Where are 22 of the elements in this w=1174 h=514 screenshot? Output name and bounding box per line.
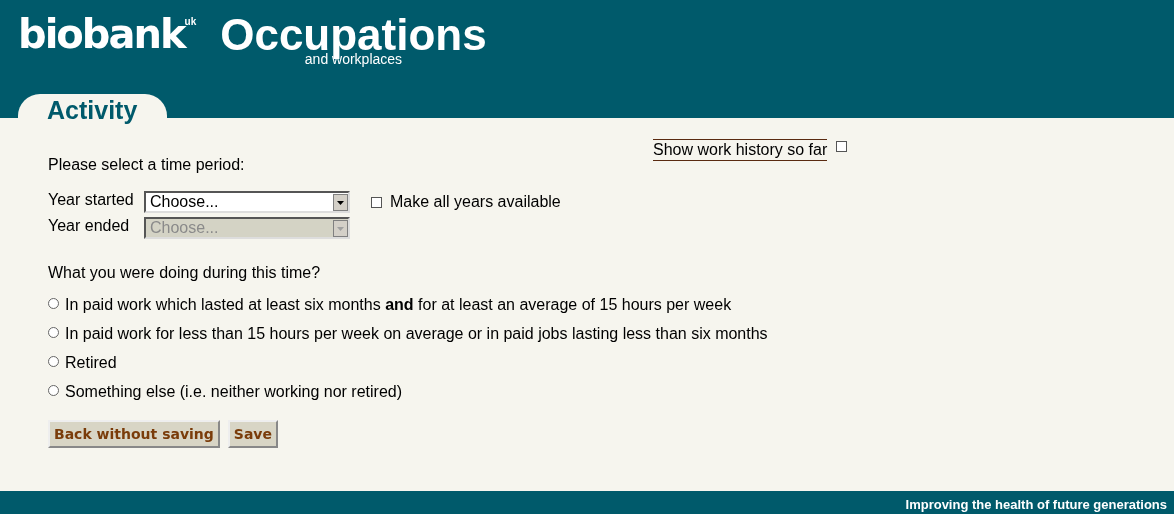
prompt-text: Please select a time period: [48, 156, 246, 174]
checkbox-label: Make all years available [390, 193, 561, 211]
field-label: Year ended [48, 216, 131, 235]
save-button[interactable]: Save [227, 420, 278, 448]
radio-button[interactable] [48, 355, 59, 367]
back-button[interactable]: Back without saving [48, 420, 220, 448]
option-label: Retired [65, 354, 117, 372]
footer-tagline: Improving the health of future generations [905, 496, 1167, 514]
option-label: Something else (i.e. neither working nor retired) [65, 383, 403, 401]
all-years-checkbox[interactable] [371, 196, 382, 208]
question-text: What you were doing during this time? [48, 264, 322, 282]
year-select[interactable]: Choose... [144, 191, 350, 213]
logo-suffix: uk [184, 16, 197, 27]
history-checkbox[interactable] [836, 141, 848, 152]
option-label: In paid work which lasted at least six months and for at least an average of 15 hours per week [65, 296, 732, 314]
radio-button[interactable] [48, 326, 59, 338]
logo: biobank [18, 12, 185, 56]
option-label: In paid work for less than 15 hours per week on average or in paid jobs lasting less than six months [65, 325, 768, 343]
radio-button[interactable] [48, 297, 59, 309]
field-label: Year started [48, 190, 135, 209]
radio-button[interactable] [48, 384, 59, 396]
work-history-link[interactable]: Show work history so far [653, 139, 828, 161]
